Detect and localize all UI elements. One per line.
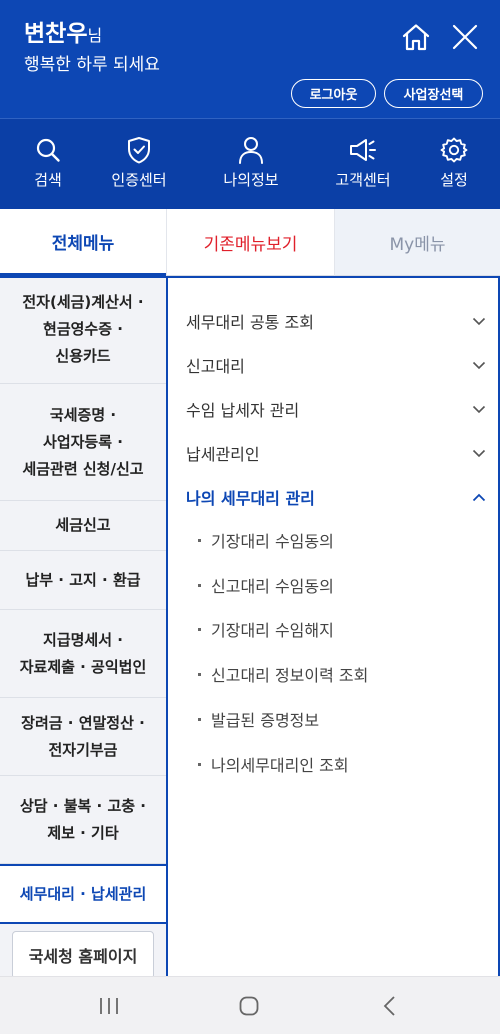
chevron-down-icon [472,361,486,369]
quick-nav: 검색 인증센터 나의정보 고객센터 설정 [0,118,500,209]
megaphone-icon [348,136,378,164]
category-item-consultation[interactable]: 상담 · 불복 · 고충 · 제보 · 기타 [0,776,166,864]
submenu-child-item[interactable]: 신고대리 수임동의 [198,570,334,600]
submenu-item-expanded[interactable]: 나의 세무대리 관리 [186,480,486,514]
category-item-payment[interactable]: 납부 · 고지 · 환급 [0,551,166,610]
close-icon [452,24,478,50]
recent-apps-button[interactable] [89,991,129,1021]
category-top-border [0,276,166,278]
greeting-text: 행복한 하루 되세요 [24,55,160,75]
recent-apps-icon [100,998,118,1014]
category-list: 전자(세금)계산서 · 현금영수증 · 신용카드 국세증명 · 사업자등록 · … [0,276,166,976]
bullet-icon [198,583,201,587]
quick-nav-search[interactable]: 검색 [3,119,93,210]
submenu-label: 신고대리 [186,357,245,376]
person-icon [238,136,264,164]
category-label: 장려금 · 연말정산 · 전자기부금 [21,713,145,759]
tab-my-menu[interactable]: My메뉴 [334,209,500,276]
category-item-tax-agent[interactable]: 세무대리 · 납세관리 [0,864,166,924]
bullet-icon [198,672,201,676]
bullet-icon [198,762,201,766]
back-button[interactable] [370,991,410,1021]
category-label: 지급명세서 · 자료제출 · 공익법인 [19,630,147,676]
submenu-label: 나의 세무대리 관리 [186,489,315,508]
user-suffix: 님 [87,26,103,45]
quick-nav-label: 검색 [34,171,62,189]
quick-nav-label: 나의정보 [223,171,279,189]
submenu-panel: 세무대리 공통 조회 신고대리 수임 납세자 관리 납세관리인 나의 세무대리 … [166,276,500,976]
chevron-down-icon [472,405,486,413]
category-label: 상담 · 불복 · 고충 · 제보 · 기타 [19,796,146,842]
home-button[interactable] [399,20,433,54]
menu-tabs: 전체메뉴 기존메뉴보기 My메뉴 [0,209,500,276]
nts-homepage-button[interactable]: 국세청 홈페이지 [12,931,154,976]
quick-nav-my-info[interactable]: 나의정보 [206,119,296,210]
quick-nav-label: 고객센터 [335,171,391,189]
bullet-icon [198,627,201,631]
submenu-child-item[interactable]: 발급된 증명정보 [198,704,319,734]
quick-nav-customer-center[interactable]: 고객센터 [318,119,408,210]
system-nav-bar [0,976,500,1034]
chevron-down-icon [472,449,486,457]
logout-button[interactable]: 로그아웃 [291,79,376,108]
category-item-e-invoice[interactable]: 전자(세금)계산서 · 현금영수증 · 신용카드 [0,276,166,384]
close-button[interactable] [448,20,482,54]
category-label: 국세증명 · 사업자등록 · 세금관련 신청/신고 [22,405,144,478]
quick-nav-auth-center[interactable]: 인증센터 [94,119,184,210]
select-business-button[interactable]: 사업장선택 [384,79,483,108]
submenu-item[interactable]: 세무대리 공통 조회 [186,304,486,338]
tab-all-menu[interactable]: 전체메뉴 [0,209,166,276]
category-item-payment-statement[interactable]: 지급명세서 · 자료제출 · 공익법인 [0,610,166,698]
category-label: 전자(세금)계산서 · 현금영수증 · 신용카드 [22,293,144,365]
bullet-icon [198,538,201,542]
bullet-icon [198,717,201,721]
quick-nav-label: 인증센터 [111,171,167,189]
submenu-label: 수임 납세자 관리 [186,401,300,420]
quick-nav-settings[interactable]: 설정 [409,119,499,210]
category-label: 세금신고 [55,516,111,534]
submenu-child-item[interactable]: 기장대리 수임해지 [198,614,334,644]
submenu-item[interactable]: 납세관리인 [186,436,486,470]
category-item-tax-filing[interactable]: 세금신고 [0,501,166,551]
submenu-label: 납세관리인 [186,445,260,464]
gear-icon [440,136,468,164]
category-label: 세무대리 · 납세관리 [19,884,147,903]
user-name: 변찬우님 [24,21,103,47]
submenu-child-item[interactable]: 나의세무대리인 조회 [198,749,349,779]
submenu-label: 세무대리 공통 조회 [186,313,314,332]
category-item-certificates[interactable]: 국세증명 · 사업자등록 · 세금관련 신청/신고 [0,384,166,501]
home-icon [402,24,430,51]
shield-check-icon [127,136,151,164]
category-item-incentives[interactable]: 장려금 · 연말정산 · 전자기부금 [0,698,166,776]
submenu-item[interactable]: 수임 납세자 관리 [186,392,486,426]
search-icon [35,136,61,164]
home-circle-icon [239,996,259,1016]
quick-nav-label: 설정 [440,171,468,189]
app-header: 변찬우님 행복한 하루 되세요 로그아웃 사업장선택 [0,0,500,118]
home-nav-button[interactable] [229,991,269,1021]
submenu-item[interactable]: 신고대리 [186,348,486,382]
submenu-child-item[interactable]: 기장대리 수임동의 [198,525,334,555]
submenu-child-item[interactable]: 신고대리 정보이력 조회 [198,659,368,689]
tab-legacy-menu[interactable]: 기존메뉴보기 [166,209,334,276]
category-label: 납부 · 고지 · 환급 [25,570,141,589]
chevron-down-icon [472,317,486,325]
back-chevron-icon [383,996,395,1016]
chevron-up-icon [472,493,486,501]
